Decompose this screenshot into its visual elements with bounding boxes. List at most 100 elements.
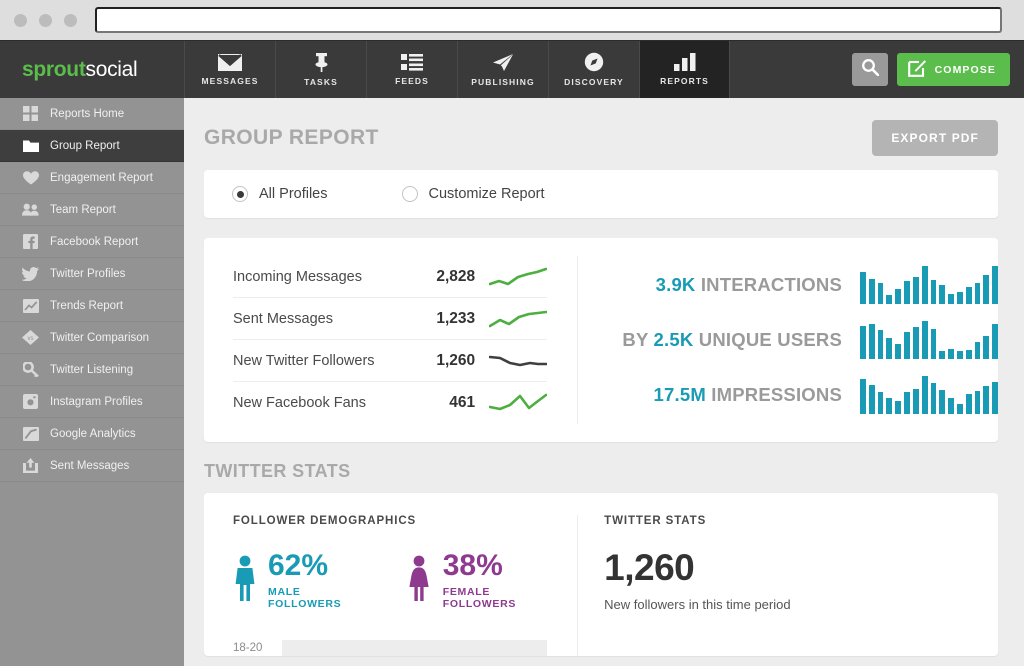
maximize-window-button[interactable] (64, 14, 77, 27)
bar-chart-bar (869, 279, 875, 305)
metric-row: New Facebook Fans 461 (233, 382, 547, 424)
bar-chart-bar (913, 277, 919, 304)
heart-icon (22, 171, 39, 185)
bigstat-impressions: 17.5M IMPRESSIONS (604, 370, 998, 420)
compass-icon (584, 52, 604, 72)
sidebar-item-label: Google Analytics (50, 428, 136, 440)
sidebar-item-twitter-comparison[interactable]: vs Twitter Comparison (0, 322, 184, 354)
nav-tab-tasks[interactable]: TASKS (275, 41, 366, 98)
nav-tab-reports[interactable]: REPORTS (639, 41, 730, 98)
sidebar-item-team-report[interactable]: Team Report (0, 194, 184, 226)
nav-tab-discovery[interactable]: DISCOVERY (548, 41, 639, 98)
bar-chart-bar (922, 321, 928, 359)
radio-all-profiles[interactable]: All Profiles (232, 186, 328, 202)
bar-chart-bar (966, 394, 972, 414)
sidebar-navigation: Reports Home Group Report Engagement Rep… (0, 98, 184, 666)
twitter-summary-value: 1,260 (604, 547, 998, 589)
sidebar-item-twitter-listening[interactable]: Twitter Listening (0, 354, 184, 386)
app-body: Reports Home Group Report Engagement Rep… (0, 98, 1024, 666)
sidebar-item-facebook-report[interactable]: Facebook Report (0, 226, 184, 258)
sidebar-item-reports-home[interactable]: Reports Home (0, 98, 184, 130)
sidebar-item-google-analytics[interactable]: Google Analytics (0, 418, 184, 450)
metric-row: New Twitter Followers 1,260 (233, 340, 547, 382)
male-followers-block: 62% MALE FOLLOWERS (233, 551, 360, 610)
bar-chart-bar (948, 398, 954, 414)
sidebar-item-sent-messages[interactable]: Sent Messages (0, 450, 184, 482)
search-icon (861, 58, 879, 81)
bar-chart-bar (931, 383, 937, 413)
bar-chart-bar (878, 283, 884, 305)
metric-label: Incoming Messages (233, 269, 407, 285)
bar-chart-bar (957, 292, 963, 304)
section-title-twitter-stats: TWITTER STATS (204, 442, 998, 493)
sidebar-item-group-report[interactable]: Group Report (0, 130, 184, 162)
female-percentage: 38% (443, 551, 547, 581)
bar-chart-bar (948, 294, 954, 304)
bar-chart-bar (975, 342, 981, 359)
twitter-stats-card: FOLLOWER DEMOGRAPHICS 62% MALE FOLLOWERS (204, 493, 998, 656)
sidebar-item-instagram-profiles[interactable]: Instagram Profiles (0, 386, 184, 418)
bar-chart-bar (939, 390, 945, 414)
sparkline-down-icon (481, 350, 547, 372)
bar-chart-bar (869, 385, 875, 414)
top-navigation-bar: sproutsocial MESSAGES TASKS FEEDS PUBLIS… (0, 40, 1024, 98)
radio-icon-unselected (402, 186, 418, 202)
bar-chart-bar (886, 338, 892, 359)
sidebar-item-label: Twitter Comparison (50, 332, 149, 344)
metric-value: 2,828 (407, 268, 481, 286)
export-pdf-button[interactable]: EXPORT PDF (872, 120, 998, 156)
female-figure-icon (406, 555, 432, 606)
minimize-window-button[interactable] (39, 14, 52, 27)
sparkline-up-icon (481, 266, 547, 288)
metrics-list: Incoming Messages 2,828 Sent Messages 1,… (204, 256, 577, 424)
radio-label: Customize Report (429, 186, 545, 202)
bar-chart-bar (992, 266, 998, 304)
list-icon (401, 54, 423, 71)
female-caption: FEMALE FOLLOWERS (443, 586, 547, 610)
nav-tab-feeds[interactable]: FEEDS (366, 41, 457, 98)
page-title: GROUP REPORT (204, 126, 379, 150)
bigstat-bar-chart-impressions (860, 376, 998, 414)
bar-chart-bar (886, 295, 892, 305)
trend-line-icon (22, 299, 39, 313)
bar-chart-bar (931, 280, 937, 305)
bar-chart-bar (983, 336, 989, 359)
bar-chart-icon (674, 53, 696, 71)
bar-chart-bar (860, 272, 866, 304)
bar-chart-bar (869, 324, 875, 359)
sidebar-item-label: Sent Messages (50, 460, 129, 472)
bar-chart-bar (939, 351, 945, 359)
profile-selector-card: All Profiles Customize Report (204, 170, 998, 218)
bigstat-interactions: 3.9K INTERACTIONS (604, 260, 998, 310)
topnav-actions: COMPOSE (852, 41, 1024, 98)
close-window-button[interactable] (14, 14, 27, 27)
compose-button[interactable]: COMPOSE (897, 53, 1010, 86)
twitter-icon (22, 267, 39, 281)
bar-chart-bar (895, 344, 901, 359)
bigstat-title: IMPRESSIONS (711, 384, 842, 405)
sproutsocial-logo[interactable]: sproutsocial (0, 41, 184, 98)
bigstat-label-row: 17.5M IMPRESSIONS (604, 384, 860, 406)
bigstat-title: UNIQUE USERS (699, 329, 842, 350)
nav-tab-publishing[interactable]: PUBLISHING (457, 41, 548, 98)
metric-label: New Twitter Followers (233, 353, 407, 369)
search-button[interactable] (852, 53, 888, 86)
address-bar[interactable] (95, 7, 1002, 33)
sparkline-up-icon (481, 308, 547, 330)
bigstat-number: 2.5K (654, 329, 694, 350)
sidebar-item-engagement-report[interactable]: Engagement Report (0, 162, 184, 194)
nav-tab-label: PUBLISHING (471, 77, 534, 87)
bar-chart-bar (948, 349, 954, 359)
sidebar-item-trends-report[interactable]: Trends Report (0, 290, 184, 322)
radio-customize-report[interactable]: Customize Report (402, 186, 545, 202)
bar-chart-bar (904, 392, 910, 413)
nav-tab-messages[interactable]: MESSAGES (184, 41, 275, 98)
facebook-icon (22, 234, 39, 249)
bar-chart-bar (878, 330, 884, 359)
nav-tab-label: DISCOVERY (564, 77, 624, 87)
sidebar-item-label: Instagram Profiles (50, 396, 143, 408)
compose-pencil-icon (908, 58, 927, 82)
bar-chart-bar (886, 398, 892, 413)
main-content: GROUP REPORT EXPORT PDF All Profiles Cus… (184, 98, 1024, 666)
sidebar-item-twitter-profiles[interactable]: Twitter Profiles (0, 258, 184, 290)
